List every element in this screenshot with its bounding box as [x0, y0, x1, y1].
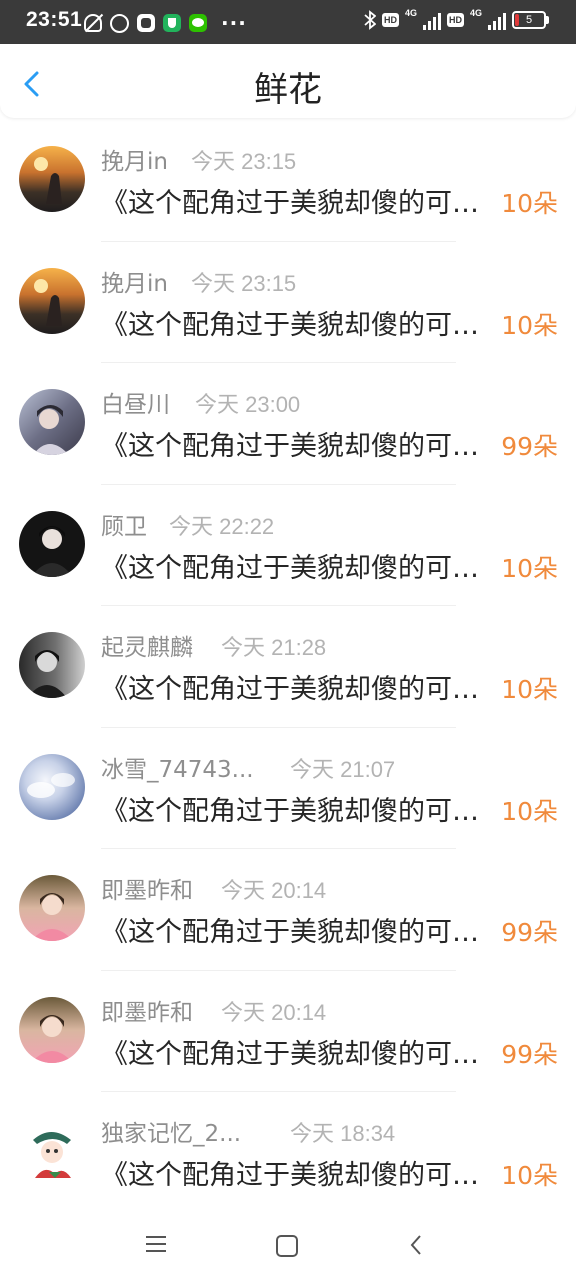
timestamp: 今天 23:00	[195, 392, 301, 417]
system-nav-bar	[0, 1210, 576, 1280]
timestamp: 今天 23:15	[191, 270, 297, 296]
timestamp: 今天 18:34	[290, 1121, 396, 1146]
status-time: 23:51	[26, 8, 83, 31]
avatar[interactable]	[19, 1118, 85, 1184]
list-item[interactable]: 顾卫 今天 22:22 《这个配角过于美貌却傻的可怜》 10朵	[0, 485, 576, 606]
avatar[interactable]	[19, 753, 85, 820]
status-right-icons: HD 4G HD 4G 5	[364, 8, 549, 30]
flower-count: 99朵	[501, 1039, 558, 1069]
status-left-icons: ···	[84, 11, 247, 35]
flower-count: 99朵	[501, 432, 558, 461]
list-item[interactable]: 挽月in 今天 23:15 《这个配角过于美貌却傻的可怜》 10朵	[0, 242, 576, 363]
user-name: 冰雪_74743...	[101, 756, 254, 783]
avatar[interactable]	[19, 632, 85, 698]
timestamp: 今天 20:14	[221, 999, 327, 1025]
timestamp: 今天 21:28	[221, 635, 327, 660]
flower-count: 10朵	[501, 310, 558, 340]
list-item[interactable]: 冰雪_74743... 今天 21:07 《这个配角过于美貌却傻的可怜》 10朵	[0, 728, 576, 849]
book-title: 《这个配角过于美貌却傻的可怜》	[101, 431, 496, 462]
user-name: 白昼川	[101, 392, 170, 418]
avatar[interactable]	[19, 267, 85, 334]
avatar[interactable]	[19, 996, 85, 1063]
battery-level: 5	[525, 14, 533, 26]
security-app-icon	[163, 14, 181, 32]
flower-count: 99朵	[501, 918, 558, 947]
bluetooth-icon	[364, 10, 377, 30]
list-item[interactable]: 即墨昨和 今天 20:14 《这个配角过于美貌却傻的可怜》 99朵	[0, 971, 576, 1092]
mute-icon	[84, 14, 102, 32]
user-name: 挽月in	[101, 149, 168, 175]
book-title: 《这个配角过于美貌却傻的可怜》	[101, 674, 496, 705]
app-notification-icon	[137, 14, 155, 32]
timestamp: 今天 23:15	[191, 149, 297, 174]
page-title: 鲜花	[254, 70, 322, 110]
flower-count: 10朵	[501, 1161, 558, 1190]
home-icon[interactable]	[276, 1235, 298, 1257]
wechat-icon	[189, 14, 207, 32]
user-name: 起灵麒麟	[101, 635, 193, 661]
list-item[interactable]: 起灵麒麟 今天 21:28 《这个配角过于美貌却傻的可怜》 10朵	[0, 606, 576, 728]
back-icon[interactable]	[408, 1234, 424, 1256]
book-title: 《这个配角过于美貌却傻的可怜》	[101, 188, 496, 219]
status-bar: 23:51 ··· HD 4G HD 4G 5	[0, 0, 576, 44]
book-title: 《这个配角过于美貌却傻的可怜》	[101, 795, 496, 827]
user-name: 挽月in	[101, 270, 168, 297]
book-title: 《这个配角过于美貌却傻的可怜》	[101, 1160, 496, 1191]
user-name: 顾卫	[101, 513, 147, 540]
flower-count: 10朵	[501, 189, 558, 218]
more-notifications-icon: ···	[221, 11, 247, 35]
timestamp: 今天 22:22	[169, 513, 275, 539]
recent-apps-icon[interactable]	[146, 1236, 166, 1252]
list-item[interactable]: 白昼川 今天 23:00 《这个配角过于美貌却傻的可怜》 99朵	[0, 363, 576, 485]
user-name: 即墨昨和	[101, 999, 193, 1026]
avatar[interactable]	[19, 875, 85, 941]
signal-icon-1: 4G	[405, 8, 441, 30]
book-title: 《这个配角过于美貌却傻的可怜》	[101, 917, 496, 948]
hd-icon: HD	[382, 13, 399, 27]
hd-icon-2: HD	[447, 13, 464, 27]
avatar[interactable]	[19, 510, 85, 577]
list-item[interactable]: 即墨昨和 今天 20:14 《这个配角过于美貌却傻的可怜》 99朵	[0, 849, 576, 971]
list-item[interactable]: 独家记忆_2... 今天 18:34 《这个配角过于美貌却傻的可怜》 10朵	[0, 1092, 576, 1191]
user-name: 独家记忆_2...	[101, 1121, 242, 1147]
timestamp: 今天 21:07	[290, 756, 396, 782]
list-item[interactable]: 挽月in 今天 23:15 《这个配角过于美貌却傻的可怜》 10朵	[0, 120, 576, 242]
flower-record-list: 挽月in 今天 23:15 《这个配角过于美貌却傻的可怜》 10朵 挽月in 今…	[0, 120, 576, 1191]
signal-icon-2: 4G	[470, 8, 506, 30]
avatar[interactable]	[19, 146, 85, 212]
flower-count: 10朵	[501, 796, 558, 826]
flower-count: 10朵	[501, 675, 558, 704]
timestamp: 今天 20:14	[221, 878, 327, 903]
header-bar: 鲜花	[0, 44, 576, 118]
battery-icon: 5	[512, 11, 549, 29]
book-title: 《这个配角过于美貌却傻的可怜》	[101, 1038, 496, 1070]
book-title: 《这个配角过于美貌却傻的可怜》	[101, 309, 496, 341]
book-title: 《这个配角过于美貌却傻的可怜》	[101, 552, 496, 584]
avatar[interactable]	[19, 389, 85, 455]
flower-count: 10朵	[501, 553, 558, 583]
alarm-icon	[110, 13, 129, 33]
user-name: 即墨昨和	[101, 878, 193, 904]
